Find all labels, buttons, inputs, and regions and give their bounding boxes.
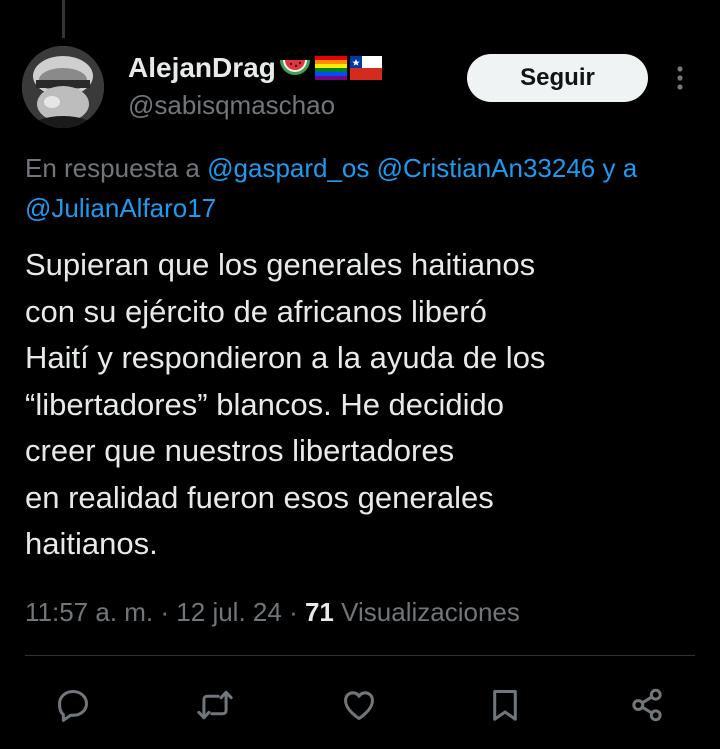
tweet-text-line: creer que nuestros libertadores	[25, 433, 455, 468]
tweet-date[interactable]: 12 jul. 24	[176, 597, 282, 627]
meta-separator: ·	[289, 597, 298, 627]
tweet-text-line: Haití y respondieron a la ayuda de los	[25, 340, 546, 375]
watermelon-emoji-icon	[279, 60, 310, 75]
reply-context: En respuesta a @gaspard_os @CristianAn33…	[25, 148, 720, 188]
mention-link[interactable]: @JulianAlfaro17	[25, 188, 216, 228]
views-count[interactable]: 71	[305, 597, 334, 627]
rainbow-flag-icon	[314, 56, 347, 80]
avatar-image	[22, 46, 104, 128]
retweet-icon[interactable]	[194, 684, 236, 726]
chile-flag-icon	[349, 56, 382, 80]
follow-button[interactable]: Seguir	[467, 54, 648, 102]
tweet-text-line: Supieran que los generales haitianos	[25, 247, 536, 282]
author-display-name[interactable]: AlejanDrag	[128, 52, 382, 84]
bookmark-icon[interactable]	[484, 684, 526, 726]
action-bar	[0, 684, 720, 726]
divider	[25, 655, 695, 656]
like-icon[interactable]	[338, 684, 380, 726]
share-icon[interactable]	[626, 684, 668, 726]
tweet-text-line: “libertadores” blancos. He decidido	[25, 386, 505, 422]
author-name-text: AlejanDrag	[128, 52, 276, 83]
mention-link[interactable]: @CristianAn33246	[377, 153, 596, 183]
tweet-meta: 11:57 a. m. · 12 jul. 24 · 71 Visualizac…	[25, 594, 520, 630]
more-options-icon[interactable]	[666, 60, 694, 96]
reply-icon[interactable]	[52, 684, 94, 726]
reply-others-link[interactable]: y a	[603, 153, 638, 183]
meta-separator: ·	[160, 597, 170, 627]
thread-connector-line	[62, 0, 65, 38]
author-handle[interactable]: @sabisqmaschao	[128, 90, 335, 121]
views-label[interactable]: Visualizaciones	[341, 597, 520, 627]
tweet-text-line: en realidad fueron esos generales	[25, 479, 494, 515]
tweet-time[interactable]: 11:57 a. m.	[25, 597, 153, 627]
reply-prefix: En respuesta a	[25, 153, 200, 183]
mention-link[interactable]: @gaspard_os	[207, 153, 369, 183]
tweet-text: Supieran que los generales haitianos con…	[25, 242, 695, 568]
tweet-text-line: haitianos.	[25, 526, 158, 561]
avatar[interactable]	[22, 46, 104, 128]
tweet-text-line: con su ejército de africanos liberó	[25, 293, 487, 329]
